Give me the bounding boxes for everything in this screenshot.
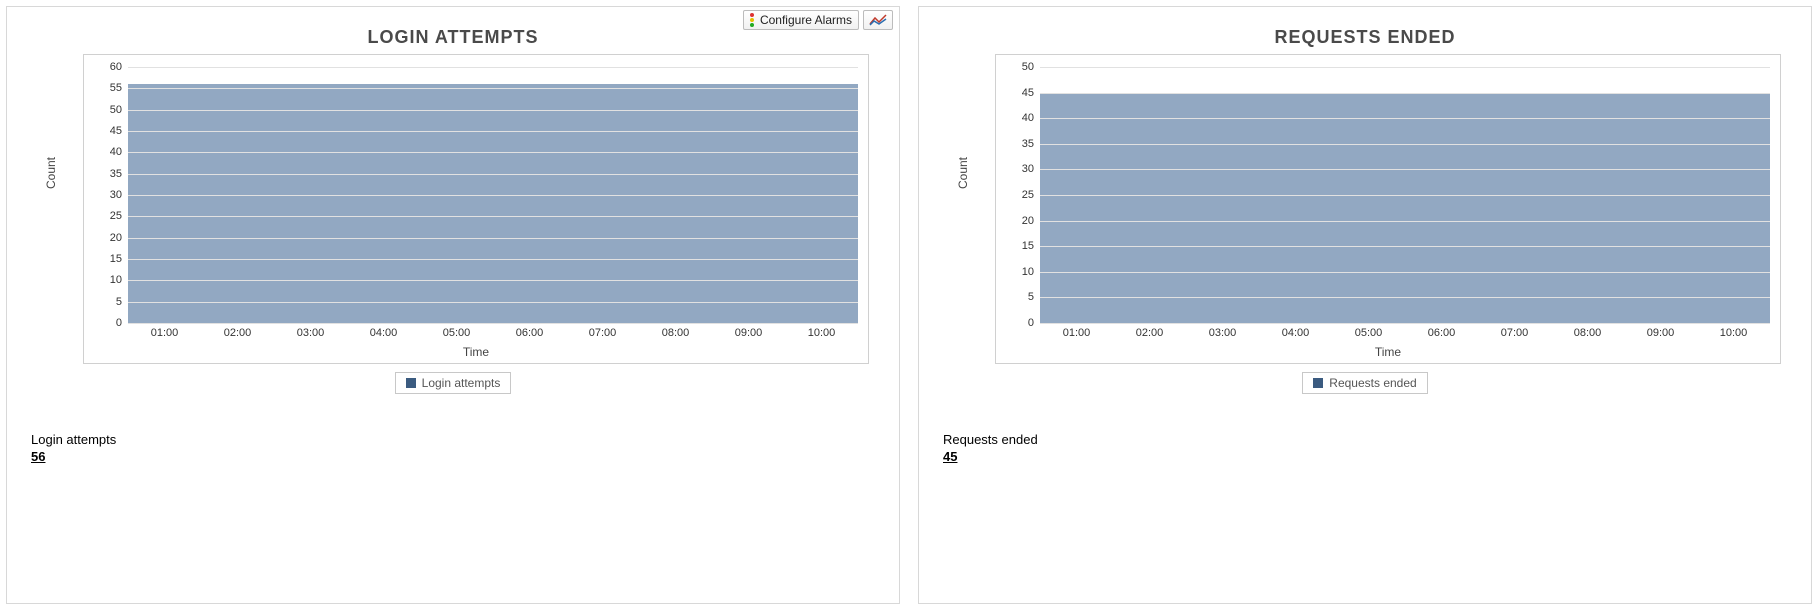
x-tick-label: 09:00	[735, 327, 763, 339]
x-tick-label: 04:00	[1282, 327, 1310, 339]
y-tick-label: 5	[116, 296, 122, 308]
y-tick-label: 10	[1022, 266, 1034, 278]
line-chart-icon	[869, 14, 887, 26]
chart-title: LOGIN ATTEMPTS	[31, 27, 875, 48]
plot-area	[1040, 67, 1770, 323]
x-tick-label: 07:00	[589, 327, 617, 339]
x-tick-label: 06:00	[1428, 327, 1456, 339]
y-axis-label: Count	[44, 157, 58, 189]
y-tick-label: 40	[1022, 112, 1034, 124]
y-tick-label: 5	[1028, 291, 1034, 303]
y-tick-label: 55	[110, 82, 122, 94]
y-ticks: 05101520253035404550	[996, 67, 1038, 323]
y-tick-label: 30	[1022, 163, 1034, 175]
legend-swatch-icon	[406, 378, 416, 388]
y-tick-label: 25	[110, 210, 122, 222]
y-tick-label: 60	[110, 61, 122, 73]
y-tick-label: 45	[1022, 87, 1034, 99]
y-tick-label: 10	[110, 274, 122, 286]
x-tick-label: 09:00	[1647, 327, 1675, 339]
y-tick-label: 45	[110, 125, 122, 137]
y-tick-label: 30	[110, 189, 122, 201]
x-tick-label: 03:00	[1209, 327, 1237, 339]
y-tick-label: 35	[110, 168, 122, 180]
legend[interactable]: Requests ended	[1302, 372, 1427, 394]
x-tick-label: 07:00	[1501, 327, 1529, 339]
y-tick-label: 50	[110, 104, 122, 116]
y-tick-label: 20	[110, 232, 122, 244]
y-tick-label: 40	[110, 146, 122, 158]
chart-panel-login-attempts: Configure Alarms LOGIN ATTEMPTS Count 05…	[6, 6, 900, 604]
x-axis-label: Time	[996, 345, 1780, 359]
configure-alarms-button[interactable]: Configure Alarms	[743, 10, 859, 30]
summary: Login attempts 56	[31, 432, 875, 464]
x-tick-label: 03:00	[297, 327, 325, 339]
y-tick-label: 35	[1022, 138, 1034, 150]
x-tick-label: 06:00	[516, 327, 544, 339]
legend-wrap: Requests ended	[943, 372, 1787, 394]
summary: Requests ended 45	[943, 432, 1787, 464]
chart-frame: Count 05101520253035404550 01:0002:0003:…	[995, 54, 1781, 364]
legend-swatch-icon	[1313, 378, 1323, 388]
y-tick-label: 15	[110, 253, 122, 265]
x-tick-label: 05:00	[1355, 327, 1383, 339]
x-ticks: 01:00 02:00 03:00 04:00 05:00 06:00 07:00 08:00…	[1040, 327, 1770, 341]
chart-frame: Count 051015202530354045505560 01:0002:0…	[83, 54, 869, 364]
plot-area	[128, 67, 858, 323]
y-tick-label: 0	[1028, 317, 1034, 329]
y-ticks: 051015202530354045505560	[84, 67, 126, 323]
y-tick-label: 50	[1022, 61, 1034, 73]
x-axis-label: Time	[84, 345, 868, 359]
chart-type-button[interactable]	[863, 10, 893, 30]
traffic-light-icon	[750, 13, 754, 27]
chart-title: REQUESTS ENDED	[943, 27, 1787, 48]
summary-label: Login attempts	[31, 432, 875, 447]
x-tick-label: 10:00	[808, 327, 836, 339]
summary-value[interactable]: 45	[943, 449, 1787, 464]
legend-label: Requests ended	[1329, 376, 1416, 390]
x-tick-label: 05:00	[443, 327, 471, 339]
legend-label: Login attempts	[422, 376, 501, 390]
legend[interactable]: Login attempts	[395, 372, 512, 394]
chart-panel-requests-ended: REQUESTS ENDED Count 0 5 10 15 20 25 30 35 40 45 5…	[918, 6, 1812, 604]
y-tick-label: 15	[1022, 240, 1034, 252]
area-fill	[1040, 93, 1770, 323]
x-tick-label: 01:00	[1063, 327, 1091, 339]
y-tick-label: 0	[116, 317, 122, 329]
x-ticks: 01:00 02:00 03:00 04:00 05:00 06:00 07:00 08:00…	[128, 327, 858, 341]
configure-alarms-label: Configure Alarms	[760, 13, 852, 27]
legend-wrap: Login attempts	[31, 372, 875, 394]
panel-toolbar: Configure Alarms	[743, 10, 893, 30]
y-tick-label: 25	[1022, 189, 1034, 201]
x-tick-label: 02:00	[224, 327, 252, 339]
y-axis-label: Count	[956, 157, 970, 189]
summary-label: Requests ended	[943, 432, 1787, 447]
x-tick-label: 08:00	[1574, 327, 1602, 339]
summary-value[interactable]: 56	[31, 449, 875, 464]
x-tick-label: 02:00	[1136, 327, 1164, 339]
x-tick-label: 08:00	[662, 327, 690, 339]
area-fill	[128, 84, 858, 323]
y-tick-label: 20	[1022, 215, 1034, 227]
x-tick-label: 10:00	[1720, 327, 1748, 339]
x-tick-label: 01:00	[151, 327, 179, 339]
x-tick-label: 04:00	[370, 327, 398, 339]
